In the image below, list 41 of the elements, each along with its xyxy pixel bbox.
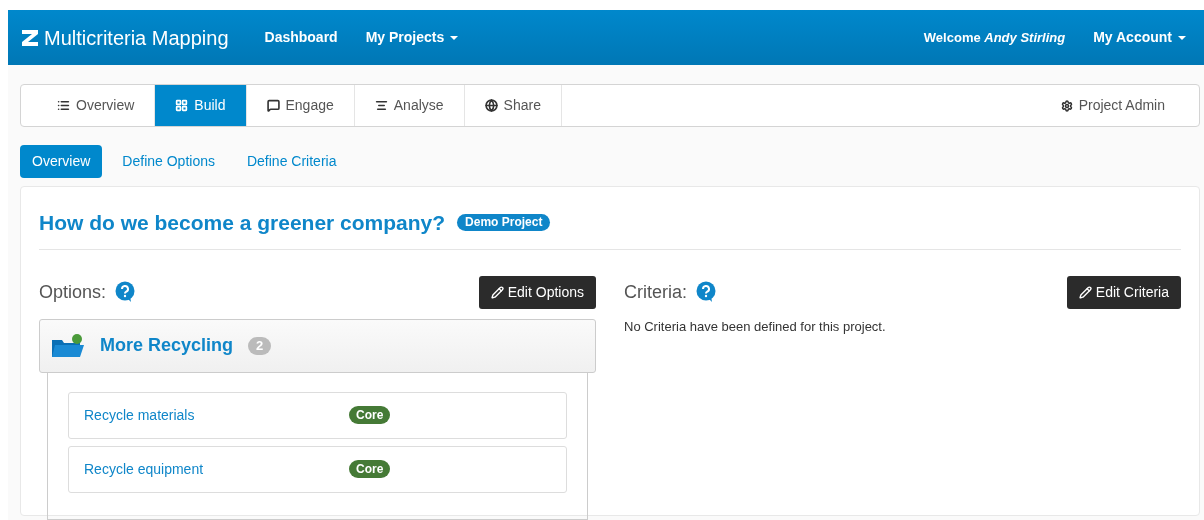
admin-link[interactable]: Project Admin: [1060, 85, 1199, 126]
nav-tab[interactable]: Analyse: [354, 85, 465, 126]
tab-icon: [484, 99, 498, 112]
project-label: Demo Project: [457, 214, 551, 232]
core-tag: Core: [349, 460, 391, 478]
project-title: How do we become a greener company?: [39, 210, 446, 236]
nav-tab[interactable]: Build: [155, 85, 247, 126]
sub-tab[interactable]: Define Options: [110, 145, 227, 178]
nav-tab[interactable]: Share: [464, 85, 562, 126]
empty-message: No Criteria have been defined for this project.: [624, 317, 887, 336]
options-heading: Options:: [39, 280, 107, 304]
logo-icon: [22, 29, 38, 46]
edit-button[interactable]: Edit Criteria: [1066, 275, 1181, 309]
folder-icon: [52, 333, 84, 358]
caret-icon: [450, 35, 459, 40]
option-group-header[interactable]: More Recycling 2: [39, 318, 596, 373]
pencil-icon: [1078, 285, 1092, 299]
tab-icon: [374, 99, 388, 112]
tab-icon: [175, 99, 189, 112]
tab-icon: [57, 99, 70, 112]
edit-button[interactable]: Edit Options: [478, 275, 596, 309]
option-link[interactable]: Recycle equipment: [84, 458, 349, 480]
brand-title[interactable]: Multicriteria Mapping: [44, 22, 229, 53]
count-badge: 2: [248, 336, 272, 355]
pencil-icon: [490, 285, 504, 299]
group-title: More Recycling: [100, 334, 234, 357]
nav-link[interactable]: Dashboard: [264, 27, 338, 48]
help-icon[interactable]: [695, 281, 717, 303]
sub-tab[interactable]: Define Criteria: [234, 145, 349, 178]
welcome-text: Welcome Andy Stirling: [923, 28, 1066, 47]
core-tag: Core: [349, 406, 391, 424]
caret-icon: [1178, 35, 1186, 40]
sub-tab[interactable]: Overview: [20, 145, 103, 178]
account-menu[interactable]: My Account: [1093, 27, 1186, 48]
help-icon[interactable]: [114, 281, 137, 303]
nav-link[interactable]: My Projects: [365, 27, 459, 48]
tab-icon: [266, 99, 280, 112]
criteria-heading: Criteria:: [624, 280, 687, 304]
settings-icon: [1060, 99, 1073, 112]
option-link[interactable]: Recycle materials: [84, 404, 349, 426]
nav-tab[interactable]: Engage: [246, 85, 355, 126]
